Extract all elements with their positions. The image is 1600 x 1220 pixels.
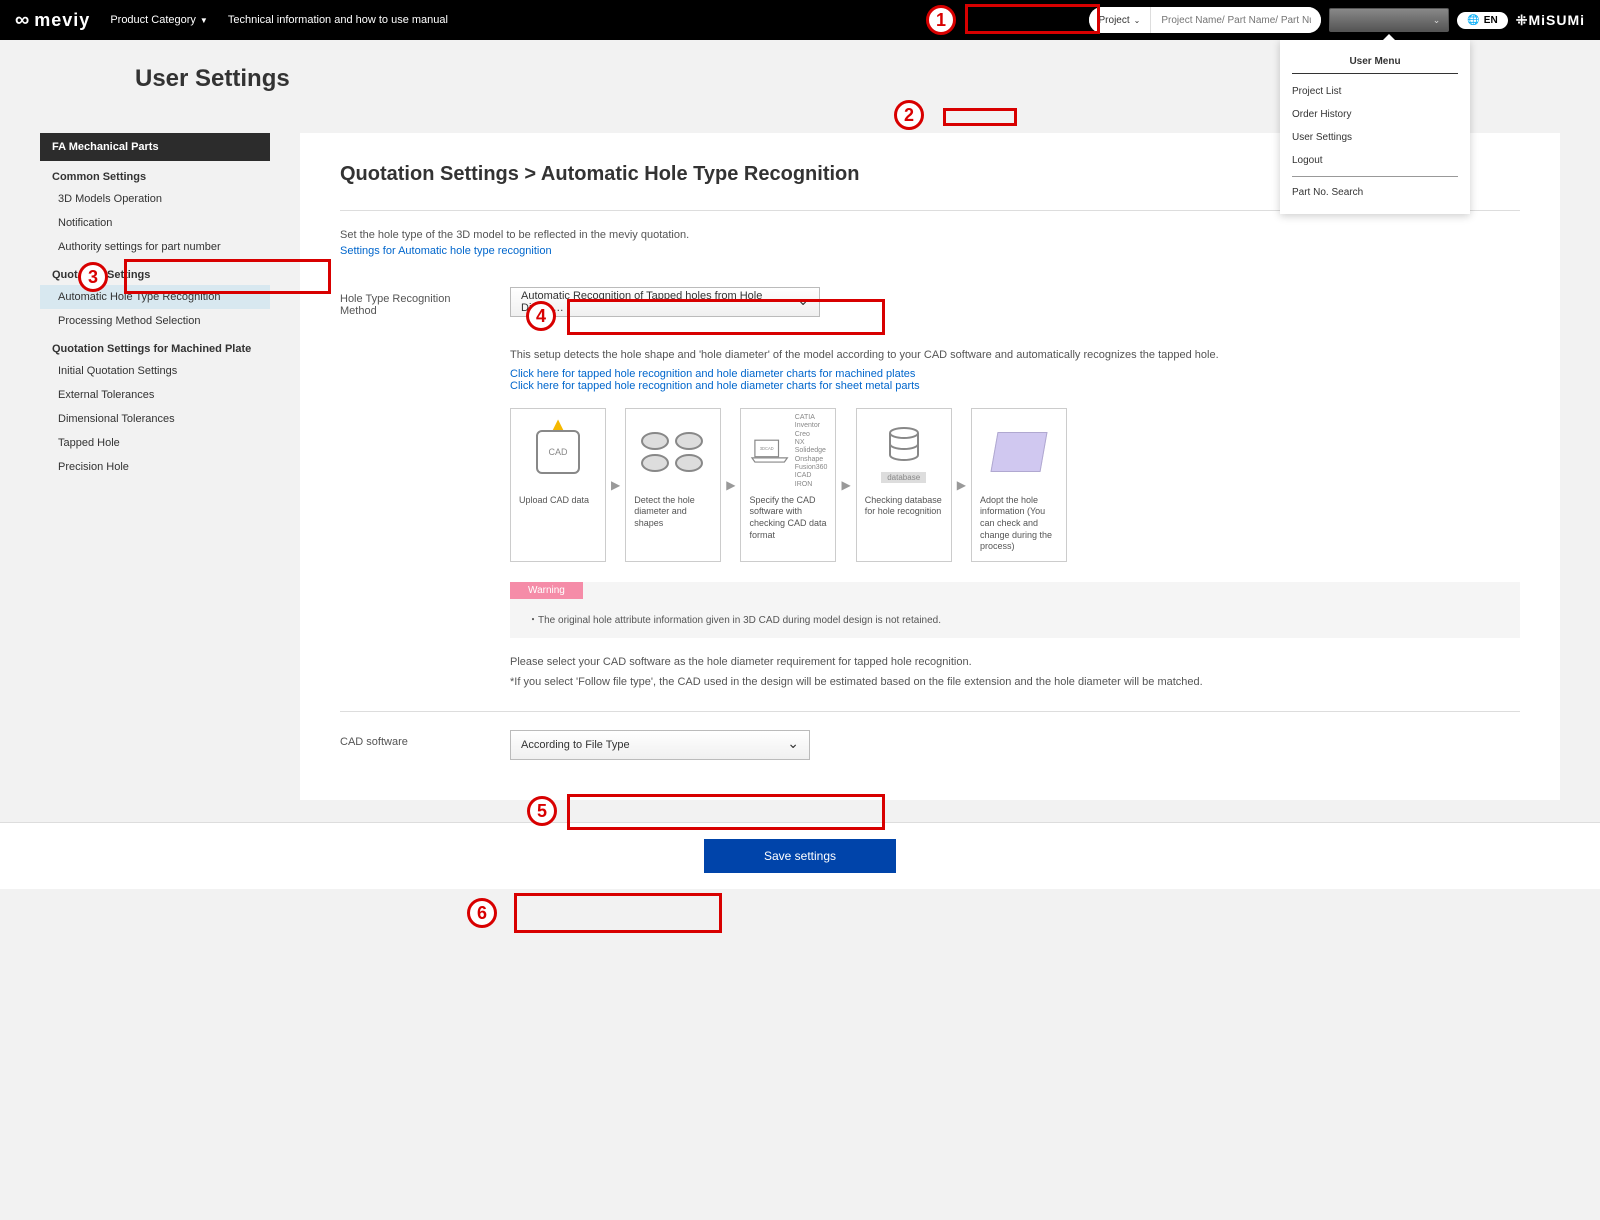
sidebar-section-machined: Quotation Settings for Machined Plate: [40, 333, 270, 359]
annotation-marker-1: 1: [926, 5, 956, 35]
chevron-down-icon: ⌄: [1134, 16, 1141, 25]
cad-software-label: CAD software: [340, 730, 490, 748]
logo[interactable]: ∞ meviy: [15, 9, 90, 32]
user-menu-project-list[interactable]: Project List: [1280, 80, 1470, 103]
cad-software-list: CATIAInventorCreo NXSolidedgeOnshape Fus…: [795, 414, 828, 490]
arrow-right-icon: ▶: [726, 478, 735, 492]
database-icon: [884, 420, 924, 470]
annotation-marker-6: 6: [467, 898, 497, 928]
sidebar-item-initial-quotation[interactable]: Initial Quotation Settings: [40, 359, 270, 383]
user-menu-logout[interactable]: Logout: [1280, 149, 1470, 172]
warning-box: Warning ・The original hole attribute inf…: [510, 582, 1520, 638]
settings-link[interactable]: Settings for Automatic hole type recogni…: [340, 245, 1520, 257]
user-menu-title: User Menu: [1292, 50, 1458, 74]
sidebar-section-common: Common Settings: [40, 161, 270, 187]
warning-text: ・The original hole attribute information…: [510, 599, 1520, 638]
search-scope-dropdown[interactable]: Project⌄: [1089, 7, 1152, 33]
cad-select-info-1: Please select your CAD software as the h…: [510, 654, 1520, 671]
part-preview-icon: [990, 432, 1047, 472]
process-flow: ▲ CAD Upload CAD data ▶ Detect the hol: [510, 408, 1520, 562]
warning-label: Warning: [510, 582, 583, 599]
process-card-specify: 3DCAD CATIAInventorCreo NXSolidedgeOnsha…: [740, 408, 836, 562]
chart-link-machined[interactable]: Click here for tapped hole recognition a…: [510, 368, 1520, 380]
hole-type-method-select[interactable]: Automatic Recognition of Tapped holes fr…: [510, 287, 820, 317]
annotation-marker-4: 4: [526, 301, 556, 331]
laptop-icon: 3DCAD: [749, 427, 790, 477]
hole-type-method-label: Hole Type Recognition Method: [340, 287, 490, 317]
user-menu-user-settings[interactable]: User Settings: [1280, 126, 1470, 149]
search-group: Project⌄: [1089, 7, 1322, 33]
annotation-marker-5: 5: [527, 796, 557, 826]
arrow-right-icon: ▶: [957, 478, 966, 492]
sidebar-item-dimensional-tol[interactable]: Dimensional Tolerances: [40, 407, 270, 431]
sidebar-item-external-tol[interactable]: External Tolerances: [40, 383, 270, 407]
user-menu-part-no-search[interactable]: Part No. Search: [1280, 181, 1470, 204]
sidebar-item-3d-models[interactable]: 3D Models Operation: [40, 187, 270, 211]
cad-select-info-2: *If you select 'Follow file type', the C…: [510, 674, 1520, 691]
footer-bar: Save settings: [0, 822, 1600, 889]
chevron-down-icon: ⌄: [1433, 15, 1441, 26]
sidebar-item-precision-hole[interactable]: Precision Hole: [40, 455, 270, 479]
topbar: ∞ meviy Product Category▼ Technical info…: [0, 0, 1600, 40]
chevron-down-icon: ▼: [200, 16, 208, 25]
svg-text:3DCAD: 3DCAD: [760, 446, 774, 451]
cad-file-icon: ▲ CAD: [536, 430, 580, 474]
sidebar-item-tapped-hole[interactable]: Tapped Hole: [40, 431, 270, 455]
annotation-marker-2: 2: [894, 100, 924, 130]
nav-product-category[interactable]: Product Category▼: [110, 14, 208, 26]
process-card-detect: Detect the hole diameter and shapes: [625, 408, 721, 562]
save-settings-button[interactable]: Save settings: [704, 839, 896, 873]
user-menu-order-history[interactable]: Order History: [1280, 103, 1470, 126]
annotation-marker-3: 3: [78, 262, 108, 292]
user-dropdown[interactable]: ⌄: [1329, 8, 1449, 32]
sidebar: FA Mechanical Parts Common Settings 3D M…: [40, 133, 270, 479]
sidebar-item-notification[interactable]: Notification: [40, 211, 270, 235]
sidebar-section-quotation: Quotation Settings: [40, 259, 270, 285]
method-description: This setup detects the hole shape and 'h…: [510, 347, 1520, 364]
process-card-upload: ▲ CAD Upload CAD data: [510, 408, 606, 562]
search-input[interactable]: [1151, 7, 1321, 33]
hole-shapes-icon: [641, 432, 705, 472]
infinity-icon: ∞: [15, 9, 30, 32]
nav-technical-info[interactable]: Technical information and how to use man…: [228, 14, 448, 26]
cad-software-select[interactable]: According to File Type: [510, 730, 810, 760]
arrow-right-icon: ▶: [611, 478, 620, 492]
arrow-right-icon: ▶: [841, 478, 850, 492]
description-text: Set the hole type of the 3D model to be …: [340, 229, 1520, 241]
chart-link-sheet-metal[interactable]: Click here for tapped hole recognition a…: [510, 380, 1520, 392]
process-card-database: database Checking database for hole reco…: [856, 408, 952, 562]
sidebar-item-auto-hole[interactable]: Automatic Hole Type Recognition: [40, 285, 270, 309]
main-panel: Quotation Settings > Automatic Hole Type…: [300, 133, 1560, 800]
sidebar-header[interactable]: FA Mechanical Parts: [40, 133, 270, 161]
user-menu-popup: User Menu Project List Order History Use…: [1280, 40, 1470, 214]
globe-icon: 🌐: [1467, 15, 1479, 26]
language-selector[interactable]: 🌐 EN: [1457, 12, 1507, 29]
misumi-logo: ⁜MiSUMi: [1516, 12, 1585, 29]
arrow-up-icon: ▲: [549, 414, 567, 435]
process-card-adopt: Adopt the hole information (You can chec…: [971, 408, 1067, 562]
sidebar-item-authority[interactable]: Authority settings for part number: [40, 235, 270, 259]
sidebar-item-processing-method[interactable]: Processing Method Selection: [40, 309, 270, 333]
